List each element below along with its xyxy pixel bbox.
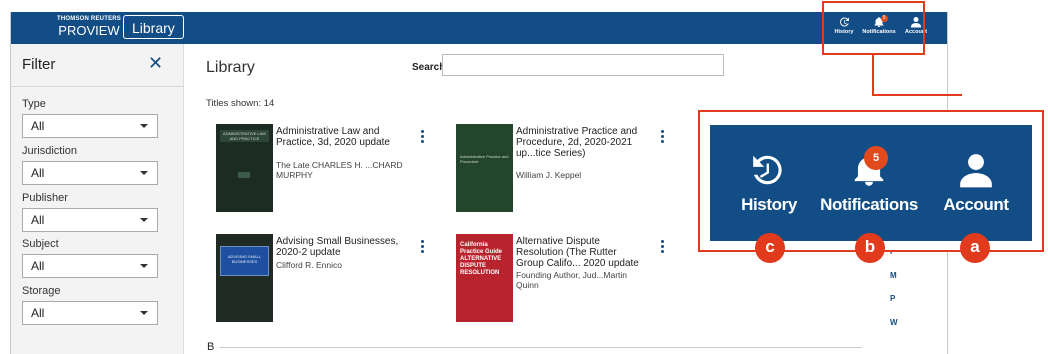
kebab-icon[interactable] — [661, 240, 665, 255]
filter-label-subject: Subject — [22, 238, 59, 250]
book-title[interactable]: Alternative Dispute Resolution (The Rutt… — [516, 236, 646, 269]
book-author: William J. Keppel — [516, 170, 582, 180]
chevron-down-icon — [140, 311, 148, 315]
type-select[interactable]: All — [22, 114, 158, 138]
kebab-icon[interactable] — [421, 240, 425, 255]
book-author: The Late CHARLES H. ...CHARD MURPHY — [276, 160, 403, 180]
kebab-icon[interactable] — [421, 130, 425, 145]
callout-connector — [872, 94, 962, 96]
callout-marker-notifications: b — [855, 233, 885, 263]
book-title[interactable]: Administrative Law and Practice, 3d, 202… — [276, 126, 406, 148]
book-title[interactable]: Administrative Practice and Procedure, 2… — [516, 126, 646, 159]
cover-title: ADMINISTRATIVE LAW AND PRACTICE — [223, 131, 266, 141]
cover-title: Administrative Practice and Procedure — [460, 154, 509, 164]
publisher-select[interactable]: All — [22, 208, 158, 232]
subject-select-value: All — [31, 259, 45, 273]
book-cover[interactable]: ADVISING SMALL BUSINESSES — [216, 234, 273, 322]
kebab-icon[interactable] — [661, 130, 665, 145]
alpha-index-p[interactable]: P — [890, 294, 895, 303]
search-input[interactable] — [442, 54, 724, 76]
filter-label-storage: Storage — [22, 285, 61, 297]
book-item[interactable]: California Practice Guide ALTERNATIVE DI… — [446, 234, 666, 326]
filter-label-publisher: Publisher — [22, 192, 68, 204]
callout-marker-history: c — [755, 233, 785, 263]
book-item[interactable]: Administrative Practice and Procedure Ad… — [446, 124, 666, 216]
filter-title: Filter — [22, 56, 56, 73]
book-author: Founding Author, Jud...Martin Quinn — [516, 270, 628, 290]
close-icon[interactable]: ✕ — [148, 53, 163, 74]
publisher-select-value: All — [31, 213, 45, 227]
jurisdiction-select-value: All — [31, 166, 45, 180]
jurisdiction-select[interactable]: All — [22, 161, 158, 185]
storage-select-value: All — [31, 306, 45, 320]
chevron-down-icon — [140, 264, 148, 268]
storage-select[interactable]: All — [22, 301, 158, 325]
cover-title: California Practice Guide ALTERNATIVE DI… — [460, 242, 503, 276]
book-cover[interactable]: Administrative Practice and Procedure — [456, 124, 513, 212]
book-cover[interactable]: California Practice Guide ALTERNATIVE DI… — [456, 234, 513, 322]
search-label: Search — [412, 62, 446, 73]
chevron-down-icon — [140, 171, 148, 175]
top-bar: THOMSON REUTERS PROVIEW Library History … — [11, 12, 947, 44]
cover-title: ADVISING SMALL BUSINESSES — [227, 254, 262, 264]
brand-logo[interactable]: THOMSON REUTERS PROVIEW — [57, 16, 121, 37]
account-button-zoomed[interactable]: Account — [936, 151, 1016, 215]
callout-marker-account: a — [960, 233, 990, 263]
alpha-index-w[interactable]: W — [890, 318, 898, 327]
subject-select[interactable]: All — [22, 254, 158, 278]
book-cover[interactable]: ADMINISTRATIVE LAW AND PRACTICE — [216, 124, 273, 212]
chevron-down-icon — [140, 124, 148, 128]
section-letter: B — [207, 341, 215, 353]
callout-connector — [872, 55, 874, 95]
section-divider — [220, 347, 862, 348]
filter-label-type: Type — [22, 98, 46, 110]
history-label-zoomed: History — [741, 195, 797, 214]
zoomed-header-actions: History Notifications Account — [710, 125, 1032, 241]
brand-line-2: PROVIEW — [58, 23, 120, 38]
book-title[interactable]: Advising Small Businesses, 2020-2 update — [276, 236, 406, 258]
page-title: Library — [206, 59, 255, 76]
account-icon — [960, 154, 992, 188]
notifications-label-zoomed: Notifications — [820, 195, 918, 214]
type-select-value: All — [31, 119, 45, 133]
book-item[interactable]: ADVISING SMALL BUSINESSES Advising Small… — [206, 234, 426, 326]
notification-count-badge-zoomed: 5 — [864, 146, 888, 170]
filter-panel: Filter ✕ Type All Jurisdiction All Publi… — [11, 44, 184, 354]
library-button[interactable]: Library — [123, 15, 184, 39]
filter-header: Filter ✕ — [11, 44, 183, 87]
filter-label-jurisdiction: Jurisdiction — [22, 145, 78, 157]
history-button-zoomed[interactable]: History — [732, 151, 806, 215]
history-icon — [753, 155, 782, 185]
titles-shown-count: Titles shown: 14 — [206, 98, 275, 109]
chevron-down-icon — [140, 218, 148, 222]
brand-line-1: THOMSON REUTERS — [57, 16, 122, 22]
book-author: Clifford R. Ennico — [276, 260, 342, 270]
account-label-zoomed: Account — [943, 195, 1009, 214]
callout-frame-small — [822, 1, 925, 55]
book-item[interactable]: ADMINISTRATIVE LAW AND PRACTICE Administ… — [206, 124, 426, 216]
alpha-index-m[interactable]: M — [890, 271, 897, 280]
